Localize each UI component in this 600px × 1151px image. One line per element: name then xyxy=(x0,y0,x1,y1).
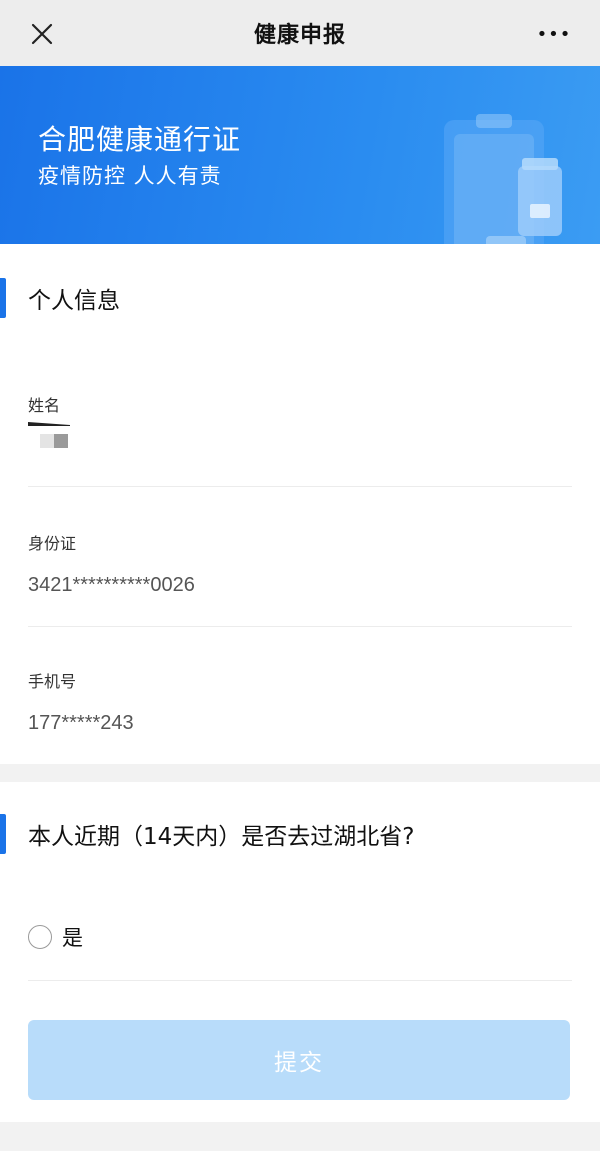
mosaic-block xyxy=(54,434,68,448)
section-header: 个人信息 xyxy=(0,268,600,328)
header-banner: 合肥健康通行证 疫情防控 人人有责 xyxy=(0,66,600,244)
radio-button[interactable] xyxy=(28,925,52,949)
phone-label: 手机号 xyxy=(28,672,77,691)
section-header: 本人近期（14天内）是否去过湖北省? xyxy=(0,804,600,864)
name-field: 姓名 xyxy=(28,392,572,454)
bottom-area xyxy=(0,1122,600,1151)
submit-button[interactable]: 提交 xyxy=(28,1020,570,1100)
divider xyxy=(28,980,572,981)
page: 健康申报 ••• 合肥健康通行证 疫情防控 人人有责 个人信息 姓名 身份证 3… xyxy=(0,0,600,1151)
divider xyxy=(28,486,572,487)
phone-field: 手机号 177*****243 xyxy=(28,668,572,735)
phone-value: 177*****243 xyxy=(28,712,134,734)
hubei-travel-question-section: 本人近期（14天内）是否去过湖北省? 是 提交 xyxy=(0,782,600,1151)
close-button[interactable] xyxy=(22,14,62,54)
close-icon xyxy=(31,23,53,45)
option-yes[interactable]: 是 xyxy=(28,920,83,954)
personal-info-section: 个人信息 姓名 身份证 3421**********0026 手机号 177**… xyxy=(0,244,600,764)
clipboard-medicine-illustration xyxy=(444,114,562,244)
id-card-label: 身份证 xyxy=(28,534,77,553)
nav-bar: 健康申报 ••• xyxy=(0,0,600,66)
id-card-value: 3421**********0026 xyxy=(28,574,195,596)
name-label: 姓名 xyxy=(28,396,61,415)
divider xyxy=(28,626,572,627)
section-accent-bar xyxy=(0,278,6,318)
mosaic-block xyxy=(40,434,54,448)
question-title: 本人近期（14天内）是否去过湖北省? xyxy=(28,824,415,850)
section-accent-bar xyxy=(0,814,6,854)
option-label: 是 xyxy=(62,926,83,950)
section-title: 个人信息 xyxy=(28,288,120,314)
banner-title: 合肥健康通行证 xyxy=(38,123,242,156)
banner-subtitle: 疫情防控 人人有责 xyxy=(38,164,222,188)
more-button[interactable]: ••• xyxy=(532,14,576,54)
id-card-field: 身份证 3421**********0026 xyxy=(28,530,572,597)
name-value-masked xyxy=(28,422,572,454)
name-mark xyxy=(28,422,70,426)
more-icon: ••• xyxy=(536,23,572,45)
page-title: 健康申报 xyxy=(253,23,346,48)
